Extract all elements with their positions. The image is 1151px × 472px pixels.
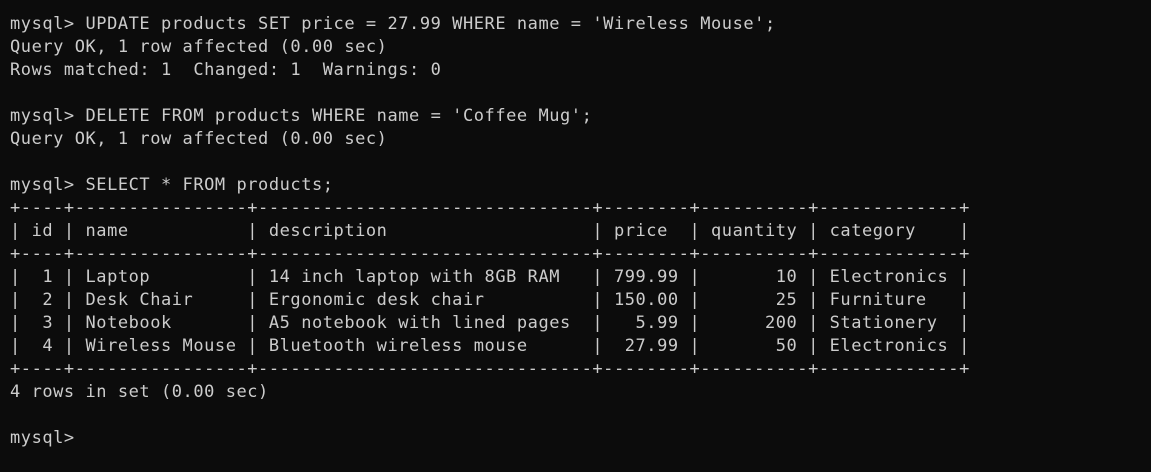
delete-command-line: mysql> DELETE FROM products WHERE name =… — [10, 106, 593, 126]
update-result-line: Query OK, 1 row affected (0.00 sec) — [10, 37, 388, 57]
terminal-window[interactable]: mysql> UPDATE products SET price = 27.99… — [0, 0, 1151, 472]
select-command-line: mysql> SELECT * FROM products; — [10, 175, 334, 195]
table-row: | 1 | Laptop | 14 inch laptop with 8GB R… — [10, 267, 970, 287]
table-row: | 4 | Wireless Mouse | Bluetooth wireles… — [10, 336, 970, 356]
mysql-prompt: mysql> — [10, 428, 86, 448]
table-border-header: +----+----------------+-----------------… — [10, 244, 970, 264]
table-row: | 2 | Desk Chair | Ergonomic desk chair … — [10, 290, 970, 310]
prompt-line[interactable]: mysql> — [10, 427, 1151, 450]
table-header-row: | id | name | description | price | quan… — [10, 221, 970, 241]
delete-result-line: Query OK, 1 row affected (0.00 sec) — [10, 129, 388, 149]
update-command-line: mysql> UPDATE products SET price = 27.99… — [10, 14, 776, 34]
row-count-line: 4 rows in set (0.00 sec) — [10, 382, 269, 402]
text-cursor — [86, 428, 95, 446]
update-stats-line: Rows matched: 1 Changed: 1 Warnings: 0 — [10, 60, 442, 80]
table-border-top: +----+----------------+-----------------… — [10, 198, 970, 218]
table-border-bottom: +----+----------------+-----------------… — [10, 359, 970, 379]
table-row: | 3 | Notebook | A5 notebook with lined … — [10, 313, 970, 333]
